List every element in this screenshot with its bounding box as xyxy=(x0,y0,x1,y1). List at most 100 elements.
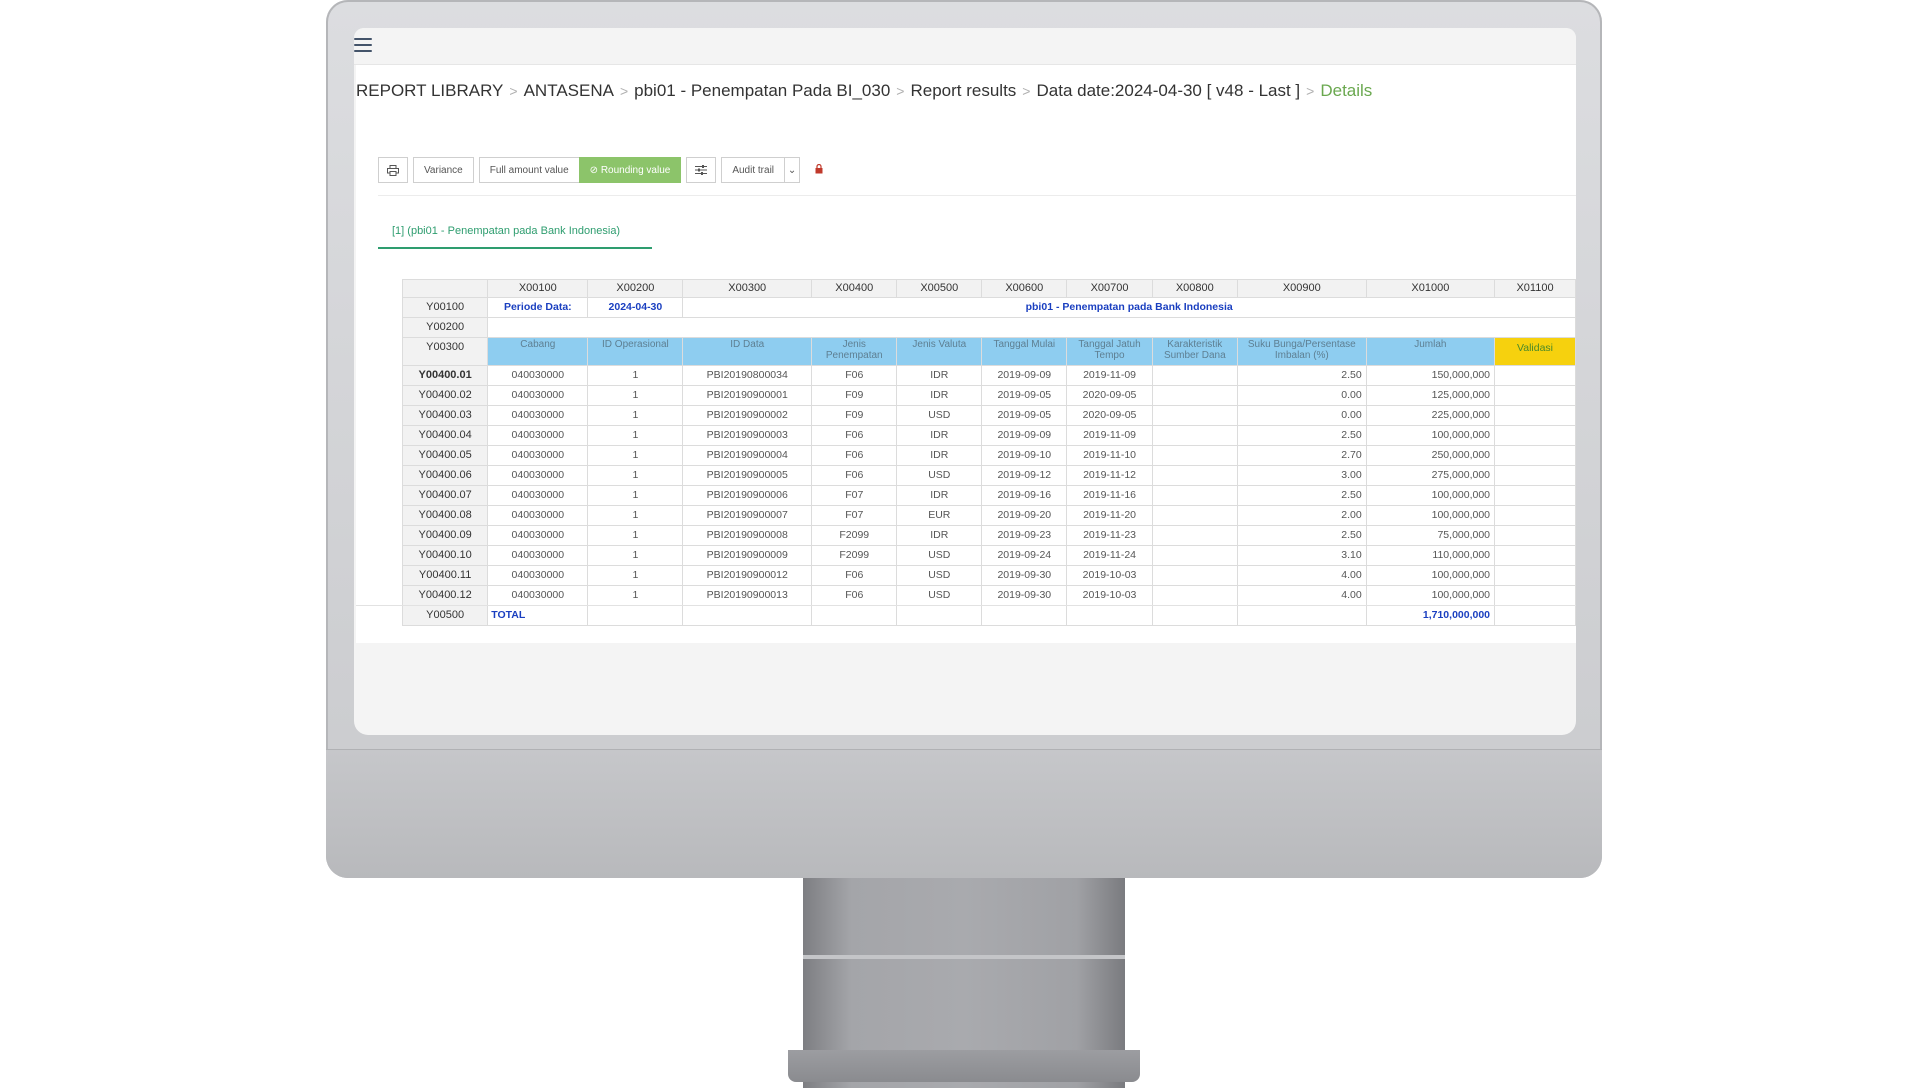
table-cell[interactable]: F06 xyxy=(811,365,898,386)
table-cell[interactable] xyxy=(1494,405,1576,426)
table-cell[interactable] xyxy=(1494,505,1576,526)
table-cell[interactable]: PBI20190900002 xyxy=(682,405,813,426)
table-row[interactable]: Y00400.03 040030000 1 PBI20190900002 F09 USD 2… xyxy=(401,405,1576,426)
table-cell[interactable]: 100,000,000 xyxy=(1365,485,1496,506)
table-cell[interactable] xyxy=(1151,385,1238,406)
table-cell[interactable]: 250,000,000 xyxy=(1365,445,1496,466)
table-cell[interactable]: IDR xyxy=(896,385,983,406)
table-cell[interactable]: USD xyxy=(896,565,983,586)
table-cell[interactable]: IDR xyxy=(896,365,983,386)
table-cell[interactable] xyxy=(1151,465,1238,486)
table-cell[interactable]: F06 xyxy=(811,585,898,606)
table-cell[interactable]: 2019-09-05 xyxy=(981,385,1068,406)
table-cell[interactable]: USD xyxy=(896,465,983,486)
table-cell[interactable]: PBI20190900012 xyxy=(682,565,813,586)
table-cell[interactable] xyxy=(1494,585,1576,606)
table-cell[interactable]: PBI20190900004 xyxy=(682,445,813,466)
table-cell[interactable] xyxy=(1151,485,1238,506)
table-cell[interactable] xyxy=(1151,425,1238,446)
table-cell[interactable]: 1 xyxy=(587,445,684,466)
table-cell[interactable]: 2019-11-24 xyxy=(1066,545,1153,566)
table-cell[interactable]: 225,000,000 xyxy=(1365,405,1496,426)
table-cell[interactable]: 2019-11-09 xyxy=(1066,365,1153,386)
table-cell[interactable] xyxy=(1151,405,1238,426)
table-cell[interactable] xyxy=(1151,505,1238,526)
table-cell[interactable]: USD xyxy=(896,545,983,566)
table-cell[interactable]: 1 xyxy=(587,565,684,586)
table-cell[interactable]: 275,000,000 xyxy=(1365,465,1496,486)
table-cell[interactable]: 2019-09-30 xyxy=(981,565,1068,586)
table-cell[interactable]: 2020-09-05 xyxy=(1066,385,1153,406)
breadcrumb-report[interactable]: pbi01 - Penempatan Pada BI_030 xyxy=(634,81,890,100)
table-cell[interactable] xyxy=(1151,565,1238,586)
table-cell[interactable]: 1 xyxy=(587,485,684,506)
table-cell[interactable]: USD xyxy=(896,405,983,426)
audit-trail-dropdown[interactable]: ⌄ xyxy=(784,157,801,183)
print-button[interactable] xyxy=(378,157,408,183)
table-cell[interactable]: 040030000 xyxy=(487,545,589,566)
table-row[interactable]: Y00400.05 040030000 1 PBI20190900004 F06 IDR 2… xyxy=(401,445,1576,466)
table-cell[interactable]: 2019-11-09 xyxy=(1066,425,1153,446)
table-cell[interactable]: 2019-11-23 xyxy=(1066,525,1153,546)
table-cell[interactable]: F06 xyxy=(811,425,898,446)
table-cell[interactable]: PBI20190900008 xyxy=(682,525,813,546)
breadcrumb-report-library[interactable]: REPORT LIBRARY xyxy=(356,81,503,100)
table-cell[interactable]: IDR xyxy=(896,525,983,546)
table-cell[interactable]: 2019-09-05 xyxy=(981,405,1068,426)
table-cell[interactable]: IDR xyxy=(896,425,983,446)
table-cell[interactable]: 1 xyxy=(587,545,684,566)
table-cell[interactable] xyxy=(1151,445,1238,466)
hamburger-menu-icon[interactable] xyxy=(354,32,380,58)
table-cell[interactable]: PBI20190900007 xyxy=(682,505,813,526)
table-cell[interactable]: 1 xyxy=(587,525,684,546)
table-cell[interactable]: F07 xyxy=(811,485,898,506)
filter-button[interactable] xyxy=(686,157,717,183)
table-cell[interactable]: 3.10 xyxy=(1236,545,1367,566)
table-cell[interactable]: 040030000 xyxy=(487,425,589,446)
table-cell[interactable]: 040030000 xyxy=(487,365,589,386)
table-row[interactable]: Y00400.11 040030000 1 PBI20190900012 F06 USD 2… xyxy=(401,565,1576,586)
audit-trail-button[interactable]: Audit trail xyxy=(721,157,786,183)
table-cell[interactable]: 1 xyxy=(587,365,684,386)
table-row[interactable]: Y00400.04 040030000 1 PBI20190900003 F06 IDR 2… xyxy=(401,425,1576,446)
table-cell[interactable] xyxy=(1494,365,1576,386)
table-row[interactable]: Y00400.08 040030000 1 PBI20190900007 F07 EUR 2… xyxy=(401,505,1576,526)
table-cell[interactable]: 1 xyxy=(587,465,684,486)
table-cell[interactable] xyxy=(1494,485,1576,506)
table-cell[interactable]: 1 xyxy=(587,505,684,526)
table-row[interactable]: Y00400.02 040030000 1 PBI20190900001 F09 IDR 2… xyxy=(401,385,1576,406)
table-cell[interactable]: 4.00 xyxy=(1236,585,1367,606)
table-cell[interactable]: PBI20190800034 xyxy=(682,365,813,386)
table-cell[interactable]: 100,000,000 xyxy=(1365,505,1496,526)
table-cell[interactable]: 2019-09-20 xyxy=(981,505,1068,526)
table-cell[interactable]: 75,000,000 xyxy=(1365,525,1496,546)
breadcrumb-data-date[interactable]: Data date:2024-04-30 [ v48 - Last ] xyxy=(1036,81,1300,100)
table-cell[interactable]: F2099 xyxy=(811,525,898,546)
table-cell[interactable]: 1 xyxy=(587,425,684,446)
table-cell[interactable]: USD xyxy=(896,585,983,606)
table-cell[interactable]: 040030000 xyxy=(487,525,589,546)
table-cell[interactable]: 040030000 xyxy=(487,565,589,586)
table-row[interactable]: Y00400.10 040030000 1 PBI20190900009 F2099 US… xyxy=(401,545,1576,566)
table-cell[interactable]: 2.50 xyxy=(1236,525,1367,546)
table-cell[interactable]: 3.00 xyxy=(1236,465,1367,486)
table-cell[interactable]: 2019-11-10 xyxy=(1066,445,1153,466)
lock-icon[interactable] xyxy=(815,163,823,177)
table-cell[interactable]: 0.00 xyxy=(1236,405,1367,426)
table-cell[interactable]: PBI20190900005 xyxy=(682,465,813,486)
table-cell[interactable]: PBI20190900003 xyxy=(682,425,813,446)
table-cell[interactable]: 2019-11-12 xyxy=(1066,465,1153,486)
table-cell[interactable]: 150,000,000 xyxy=(1365,365,1496,386)
table-cell[interactable]: 040030000 xyxy=(487,385,589,406)
rounding-value-button[interactable]: ⊘ Rounding value xyxy=(578,157,682,183)
table-cell[interactable]: 110,000,000 xyxy=(1365,545,1496,566)
table-cell[interactable] xyxy=(1151,545,1238,566)
table-cell[interactable]: EUR xyxy=(896,505,983,526)
table-cell[interactable]: 4.00 xyxy=(1236,565,1367,586)
table-cell[interactable]: F06 xyxy=(811,445,898,466)
table-cell[interactable]: F2099 xyxy=(811,545,898,566)
table-cell[interactable]: F06 xyxy=(811,465,898,486)
table-cell[interactable]: 2.70 xyxy=(1236,445,1367,466)
table-row[interactable]: Y00400.12 040030000 1 PBI20190900013 F06 USD 2… xyxy=(401,585,1576,606)
table-cell[interactable]: 100,000,000 xyxy=(1365,425,1496,446)
